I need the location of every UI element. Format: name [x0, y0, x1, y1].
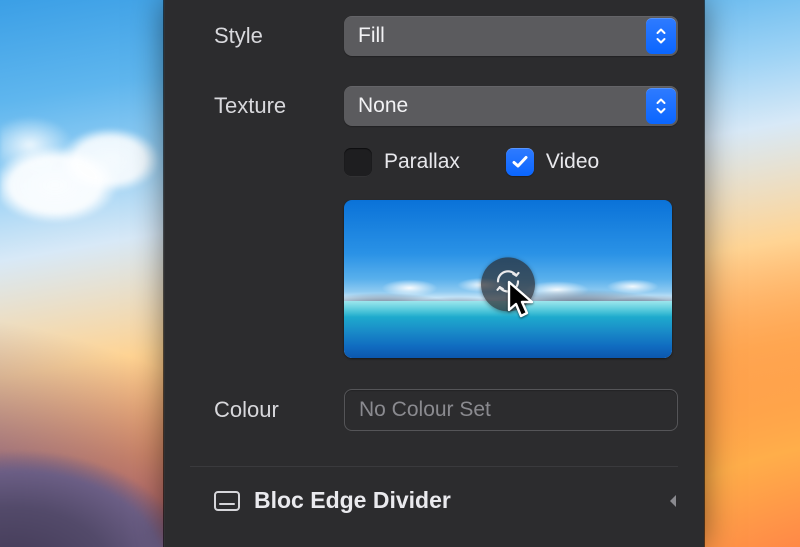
- video-checkbox[interactable]: Video: [506, 148, 599, 176]
- chevron-up-down-icon: [646, 88, 676, 124]
- parallax-label: Parallax: [384, 150, 460, 174]
- caret-left-icon: [668, 494, 678, 508]
- row-style: Style Fill: [164, 14, 704, 58]
- section-title: Bloc Edge Divider: [254, 487, 654, 514]
- texture-select-value: None: [358, 94, 408, 118]
- chevron-up-down-icon: [646, 18, 676, 54]
- label-texture: Texture: [214, 93, 324, 119]
- label-style: Style: [214, 23, 324, 49]
- checkbox-box: [344, 148, 372, 176]
- texture-select[interactable]: None: [344, 86, 678, 126]
- video-label: Video: [546, 150, 599, 174]
- style-select[interactable]: Fill: [344, 16, 678, 56]
- bloc-divider-icon: [214, 491, 240, 511]
- parallax-checkbox[interactable]: Parallax: [344, 148, 460, 176]
- checkbox-row: Parallax Video: [164, 148, 704, 176]
- label-colour: Colour: [214, 397, 324, 423]
- refresh-icon: [492, 265, 524, 303]
- video-preview[interactable]: [344, 200, 672, 358]
- style-select-value: Fill: [358, 24, 385, 48]
- section-header-bloc-edge-divider[interactable]: Bloc Edge Divider: [164, 467, 704, 514]
- row-texture: Texture None: [164, 84, 704, 128]
- swap-media-button[interactable]: [481, 257, 535, 311]
- colour-well[interactable]: No Colour Set: [344, 389, 678, 431]
- row-colour: Colour No Colour Set: [164, 388, 704, 432]
- checkbox-box-checked: [506, 148, 534, 176]
- inspector-panel: Style Fill Texture None: [164, 0, 704, 547]
- colour-placeholder: No Colour Set: [359, 398, 491, 422]
- wallpaper-cloud: [0, 90, 170, 250]
